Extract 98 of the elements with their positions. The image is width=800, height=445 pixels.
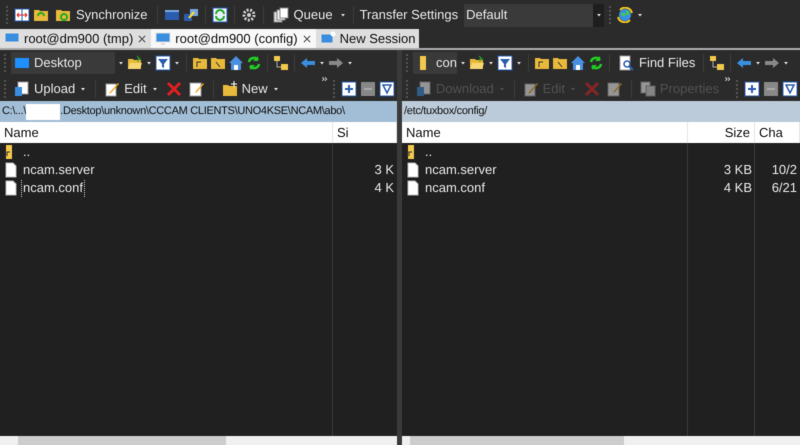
transfer-settings-label: Transfer Settings bbox=[360, 6, 458, 24]
file-name[interactable]: .. bbox=[22, 143, 32, 161]
synchronize-button[interactable]: Synchronize bbox=[52, 4, 151, 26]
newfolder-icon bbox=[222, 80, 238, 96]
path-text: /etc/tuxbox/config/ bbox=[404, 104, 487, 120]
filter-icon[interactable] bbox=[497, 55, 513, 71]
caret-icon[interactable] bbox=[754, 59, 762, 67]
terminal-icon[interactable] bbox=[164, 7, 180, 23]
upload-icon bbox=[14, 80, 30, 96]
session-tab[interactable]: root@dm900 (tmp) bbox=[0, 29, 152, 48]
rename-icon bbox=[606, 80, 623, 96]
delete-icon bbox=[166, 80, 182, 96]
new-button[interactable]: New bbox=[220, 78, 282, 100]
file-icon[interactable] bbox=[3, 180, 19, 196]
path-text: .Desktop\unknown\CCCAM CLIENTS\UNO4KSE\NCAM\abo\ bbox=[60, 104, 345, 120]
home-icon[interactable] bbox=[570, 55, 586, 71]
session-tab[interactable]: root@dm900 (config) bbox=[151, 29, 316, 48]
root-folder-icon[interactable] bbox=[552, 55, 568, 71]
syncfolder-icon bbox=[55, 7, 71, 23]
filter-icon[interactable] bbox=[379, 80, 395, 96]
close-icon[interactable] bbox=[137, 34, 148, 44]
globe-icon[interactable] bbox=[617, 7, 634, 23]
home-icon[interactable] bbox=[228, 55, 244, 71]
findfiles-icon bbox=[618, 55, 634, 71]
file-name[interactable]: .. bbox=[424, 143, 434, 161]
tree-icon[interactable] bbox=[273, 55, 289, 71]
file-cell: 4 K bbox=[374, 179, 394, 197]
file-cell: 4 KB bbox=[724, 179, 752, 197]
download-icon bbox=[416, 80, 432, 96]
rename-icon bbox=[188, 80, 205, 96]
transfer-settings-dropdown[interactable]: Default bbox=[464, 4, 604, 26]
filter-icon[interactable] bbox=[155, 55, 171, 71]
back-icon[interactable] bbox=[736, 55, 752, 71]
root-folder-icon[interactable] bbox=[210, 55, 226, 71]
file-icon[interactable] bbox=[405, 180, 421, 196]
select-icon[interactable] bbox=[744, 80, 760, 96]
filter-icon[interactable] bbox=[782, 80, 798, 96]
windows-icon[interactable] bbox=[182, 7, 199, 23]
queue-icon bbox=[272, 7, 289, 23]
file-name[interactable]: ncam.conf bbox=[424, 179, 486, 197]
file-cell: 3 K bbox=[374, 161, 394, 179]
find-files-button[interactable]: Find Files bbox=[615, 52, 698, 74]
open-folder-icon[interactable] bbox=[469, 55, 485, 71]
close-icon[interactable] bbox=[302, 34, 312, 44]
caret-icon[interactable] bbox=[782, 59, 790, 67]
caret-icon[interactable] bbox=[338, 11, 347, 19]
file-icon[interactable] bbox=[3, 162, 19, 178]
forward-icon[interactable] bbox=[764, 55, 780, 71]
horizontal-scrollbar[interactable] bbox=[0, 436, 397, 445]
refresh-window-icon[interactable] bbox=[212, 7, 228, 23]
file-cell: 3 KB bbox=[724, 161, 752, 179]
tree-icon[interactable] bbox=[709, 55, 726, 71]
caret-icon[interactable] bbox=[594, 11, 603, 19]
edit-button[interactable]: Edit bbox=[102, 78, 161, 100]
refresh-icon[interactable] bbox=[588, 55, 604, 71]
caret-icon[interactable] bbox=[515, 59, 523, 67]
unselect-icon[interactable] bbox=[763, 80, 779, 96]
chevron-icon[interactable] bbox=[321, 76, 328, 83]
compare-icon[interactable] bbox=[14, 7, 30, 23]
parent-folder-icon[interactable] bbox=[534, 55, 550, 71]
caret-icon[interactable] bbox=[346, 59, 354, 67]
location-dropdown[interactable]: con bbox=[413, 52, 457, 74]
screen-icon bbox=[14, 55, 30, 71]
select-icon[interactable] bbox=[341, 80, 357, 96]
horizontal-scrollbar[interactable] bbox=[402, 436, 800, 445]
edit-icon bbox=[104, 80, 120, 96]
caret-icon[interactable] bbox=[487, 59, 495, 67]
settings-icon[interactable] bbox=[240, 7, 257, 23]
delete-icon bbox=[584, 80, 600, 96]
path-text: C:\...\ bbox=[2, 104, 26, 120]
upload-button[interactable]: Upload bbox=[12, 78, 90, 100]
file-name[interactable]: ncam.conf bbox=[22, 179, 84, 197]
file-icon[interactable] bbox=[405, 162, 421, 178]
caret-icon[interactable] bbox=[636, 11, 644, 19]
location-dropdown[interactable]: Desktop bbox=[11, 52, 115, 74]
refresh-icon[interactable] bbox=[246, 55, 262, 71]
file-cell: 10/2 bbox=[772, 161, 797, 179]
open-folder-icon[interactable] bbox=[127, 55, 143, 71]
chevron-icon[interactable] bbox=[724, 76, 732, 83]
parent-folder-icon[interactable] bbox=[192, 55, 208, 71]
caret-icon[interactable] bbox=[145, 59, 153, 67]
queue-button[interactable]: Queue bbox=[270, 4, 336, 26]
caret-icon[interactable] bbox=[117, 59, 125, 67]
back-icon[interactable] bbox=[300, 55, 316, 71]
forward-icon[interactable] bbox=[328, 55, 344, 71]
file-cell: 6/21 bbox=[772, 179, 797, 197]
properties-icon bbox=[640, 80, 656, 96]
session-tab[interactable]: New Session bbox=[316, 29, 420, 48]
caret-icon[interactable] bbox=[459, 59, 467, 67]
monitor-icon bbox=[155, 30, 172, 46]
file-name[interactable]: ncam.server bbox=[22, 161, 96, 179]
file-name[interactable]: ncam.server bbox=[424, 161, 498, 179]
redaction-block bbox=[26, 104, 60, 120]
caret-icon[interactable] bbox=[173, 59, 181, 67]
edit-icon bbox=[522, 80, 539, 96]
folders-icon[interactable] bbox=[33, 7, 49, 23]
caret-icon[interactable] bbox=[318, 59, 326, 67]
unselect-icon[interactable] bbox=[360, 80, 376, 96]
